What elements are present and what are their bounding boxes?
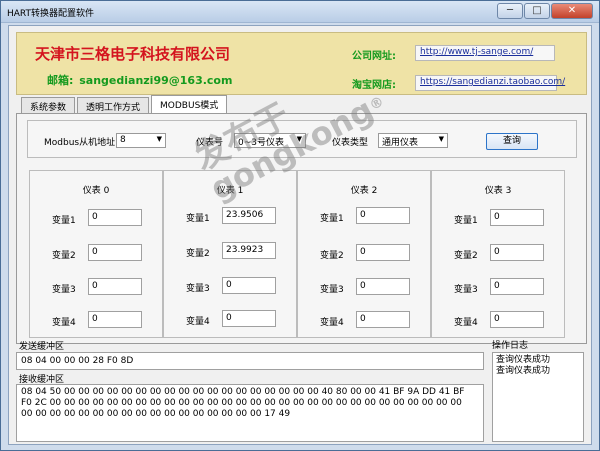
meter-group-0: 仪表 0 变量1 0 变量2 0 变量3 0 变量4 0 [29, 170, 163, 338]
chevron-down-icon: ▼ [156, 135, 162, 143]
client-area: 天津市三格电子科技有限公司 邮箱: sangedianzi99@163.com … [8, 25, 592, 445]
meter2-var1-field[interactable]: 0 [356, 207, 410, 224]
operation-log-list[interactable]: 查询仪表成功 查询仪表成功 [492, 352, 584, 442]
var-label: 变量2 [454, 251, 478, 261]
tab-modbus-mode[interactable]: MODBUS模式 [151, 95, 228, 113]
meter-title: 仪表 1 [216, 186, 244, 196]
meter1-var3-field[interactable]: 0 [222, 277, 276, 294]
chevron-down-icon: ▼ [296, 135, 302, 143]
var-label: 变量3 [320, 285, 344, 295]
company-banner: 天津市三格电子科技有限公司 邮箱: sangedianzi99@163.com … [16, 32, 587, 95]
var-label: 变量4 [186, 317, 210, 327]
title-bar[interactable]: HART转换器配置软件 ─ □ ✕ [1, 1, 599, 23]
receive-line: F0 2C 00 00 00 00 00 00 00 00 00 00 00 0… [21, 398, 462, 408]
var-label: 变量1 [52, 216, 76, 226]
site-label: 公司网址: [352, 51, 396, 62]
company-name: 天津市三格电子科技有限公司 [35, 45, 231, 63]
meter0-var3-field[interactable]: 0 [88, 278, 142, 295]
var-label: 变量1 [186, 214, 210, 224]
meter2-var2-field[interactable]: 0 [356, 244, 410, 261]
send-buffer-label: 发送缓冲区 [19, 342, 65, 352]
meter-type-value: 通用仪表 [382, 138, 419, 148]
var-label: 变量2 [320, 251, 344, 261]
var-label: 变量4 [52, 318, 76, 328]
slave-address-value: 8 [120, 135, 126, 145]
var-label: 变量4 [320, 318, 344, 328]
log-entry: 查询仪表成功 [496, 366, 551, 376]
query-frame: Modbus从机地址 8 ▼ 仪表号 0~3号仪表 ▼ 仪表类型 通用仪表 ▼ … [27, 120, 577, 158]
meter3-var3-field[interactable]: 0 [490, 278, 544, 295]
meter0-var4-field[interactable]: 0 [88, 311, 142, 328]
tab-strip: 系统参数 透明工作方式 MODBUS模式 [21, 95, 229, 113]
var-label: 变量4 [454, 318, 478, 328]
meter-group-2: 仪表 2 变量1 0 变量2 0 变量3 0 变量4 0 [297, 170, 431, 338]
meter0-var2-field[interactable]: 0 [88, 244, 142, 261]
tab-transparent-mode[interactable]: 透明工作方式 [77, 97, 150, 113]
meter0-var1-field[interactable]: 0 [88, 209, 142, 226]
meter2-var4-field[interactable]: 0 [356, 311, 410, 328]
operation-log-label: 操作日志 [492, 341, 529, 351]
meter-group-1: 仪表 1 变量1 23.9506 变量2 23.9923 变量3 0 变量4 0 [163, 170, 297, 338]
meter3-var1-field[interactable]: 0 [490, 209, 544, 226]
meter1-var1-field[interactable]: 23.9506 [222, 207, 276, 224]
var-label: 变量3 [52, 285, 76, 295]
email-label: 邮箱: [47, 74, 74, 87]
app-window: HART转换器配置软件 ─ □ ✕ 天津市三格电子科技有限公司 邮箱: sang… [0, 0, 600, 451]
meter1-var2-field[interactable]: 23.9923 [222, 242, 276, 259]
meter2-var3-field[interactable]: 0 [356, 278, 410, 295]
var-label: 变量2 [186, 249, 210, 259]
close-button[interactable]: ✕ [551, 3, 593, 19]
shop-label: 淘宝网店: [352, 80, 396, 91]
meter-number-label: 仪表号 [196, 138, 224, 148]
send-buffer-field[interactable]: 08 04 00 00 00 28 F0 8D [16, 352, 484, 370]
chevron-down-icon: ▼ [438, 135, 444, 143]
query-button[interactable]: 查询 [486, 133, 538, 150]
meter-title: 仪表 2 [350, 186, 378, 196]
meter-group-3: 仪表 3 变量1 0 变量2 0 变量3 0 变量4 0 [431, 170, 565, 338]
var-label: 变量2 [52, 251, 76, 261]
var-label: 变量3 [454, 285, 478, 295]
var-label: 变量1 [454, 216, 478, 226]
slave-address-select[interactable]: 8 ▼ [116, 133, 166, 148]
meter-number-select[interactable]: 0~3号仪表 ▼ [234, 133, 306, 148]
email-address: sangedianzi99@163.com [79, 74, 233, 87]
shop-url-link[interactable]: https://sangedianzi.taobao.com/ [415, 75, 565, 91]
receive-line: 00 00 00 00 00 00 00 00 00 00 00 00 00 0… [21, 409, 291, 419]
tab-system-params[interactable]: 系统参数 [21, 97, 76, 113]
modbus-panel: Modbus从机地址 8 ▼ 仪表号 0~3号仪表 ▼ 仪表类型 通用仪表 ▼ … [16, 113, 587, 344]
receive-line: 08 04 50 00 00 00 00 00 00 00 00 00 00 0… [21, 387, 465, 397]
meter3-var4-field[interactable]: 0 [490, 311, 544, 328]
minimize-button[interactable]: ─ [497, 3, 523, 19]
meter-type-label: 仪表类型 [332, 138, 369, 148]
window-title: HART转换器配置软件 [7, 9, 95, 19]
var-label: 变量3 [186, 284, 210, 294]
receive-buffer-field[interactable]: 08 04 50 00 00 00 00 00 00 00 00 00 00 0… [16, 384, 484, 442]
meter3-var2-field[interactable]: 0 [490, 244, 544, 261]
email-line: 邮箱: sangedianzi99@163.com [47, 72, 232, 88]
meter1-var4-field[interactable]: 0 [222, 310, 276, 327]
meter-title: 仪表 3 [484, 186, 512, 196]
maximize-button[interactable]: □ [524, 3, 550, 19]
meter-title: 仪表 0 [82, 186, 110, 196]
meter-type-select[interactable]: 通用仪表 ▼ [378, 133, 448, 148]
meter-number-value: 0~3号仪表 [238, 138, 284, 148]
window-controls: ─ □ ✕ [497, 3, 593, 19]
slave-address-label: Modbus从机地址 [44, 138, 116, 148]
var-label: 变量1 [320, 214, 344, 224]
site-url-link[interactable]: http://www.tj-sange.com/ [415, 45, 555, 61]
log-entry: 查询仪表成功 [496, 355, 551, 365]
